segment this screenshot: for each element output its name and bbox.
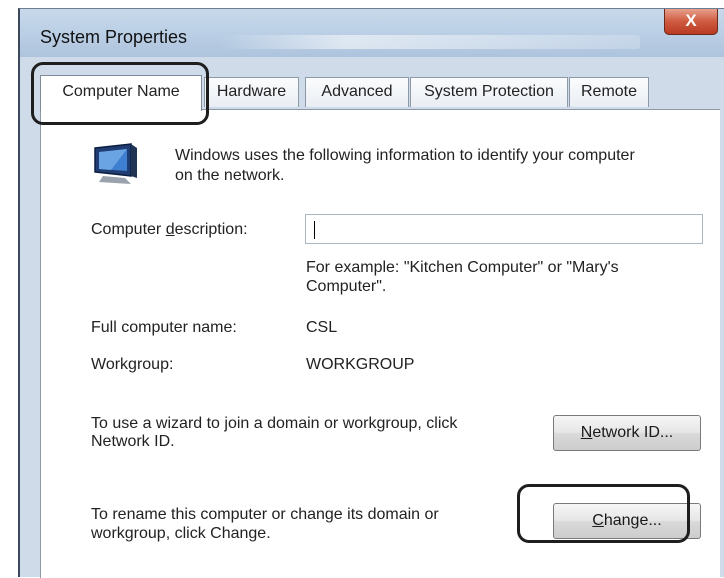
button-label: hange...	[603, 512, 662, 529]
computer-name-tab-panel: Windows uses the following information t…	[40, 109, 720, 578]
full-computer-name-label: Full computer name:	[91, 319, 237, 336]
close-button[interactable]: X	[664, 9, 718, 35]
rename-text-line2: workgroup, click Change.	[91, 525, 271, 542]
window-title: System Properties	[40, 27, 188, 47]
access-key: N	[580, 424, 593, 441]
computer-description-label: Computer description:	[91, 220, 248, 240]
rename-text-line1: To rename this computer or change its do…	[91, 506, 439, 523]
access-key: d	[165, 221, 175, 238]
label-part: escription:	[174, 221, 248, 238]
workgroup-label: Workgroup:	[91, 356, 174, 373]
workgroup-value: WORKGROUP	[306, 356, 415, 373]
full-computer-name-value: CSL	[306, 319, 338, 336]
tab-system-protection[interactable]: System Protection	[410, 77, 568, 107]
title-bar-glass-reflection	[220, 35, 640, 49]
label-part: Computer	[91, 221, 166, 238]
computer-monitor-icon	[94, 143, 137, 184]
text-caret	[314, 221, 315, 239]
intro-text-line1: Windows uses the following information t…	[175, 147, 635, 164]
wizard-text-line2: Network ID.	[91, 433, 175, 450]
example-text-line2: Computer".	[306, 278, 387, 295]
change-button[interactable]: Change...	[553, 503, 701, 539]
computer-description-input[interactable]	[305, 214, 703, 244]
example-text-line1: For example: "Kitchen Computer" or "Mary…	[306, 259, 619, 276]
access-key: C	[592, 512, 604, 529]
tab-remote[interactable]: Remote	[569, 77, 649, 107]
intro-text-line2: on the network.	[175, 167, 285, 184]
tab-computer-name[interactable]: Computer Name	[40, 75, 202, 111]
system-properties-window: System Properties X Computer Name Hardwa…	[18, 8, 724, 578]
tab-hardware[interactable]: Hardware	[204, 77, 299, 107]
tab-advanced[interactable]: Advanced	[305, 77, 409, 107]
tab-strip: Computer Name Hardware Advanced System P…	[40, 75, 720, 111]
title-bar[interactable]: System Properties X	[20, 9, 724, 57]
close-icon: X	[685, 11, 697, 30]
button-label: etwork ID...	[592, 424, 674, 441]
wizard-text-line1: To use a wizard to join a domain or work…	[91, 415, 458, 432]
network-id-button[interactable]: Network ID...	[553, 415, 701, 451]
